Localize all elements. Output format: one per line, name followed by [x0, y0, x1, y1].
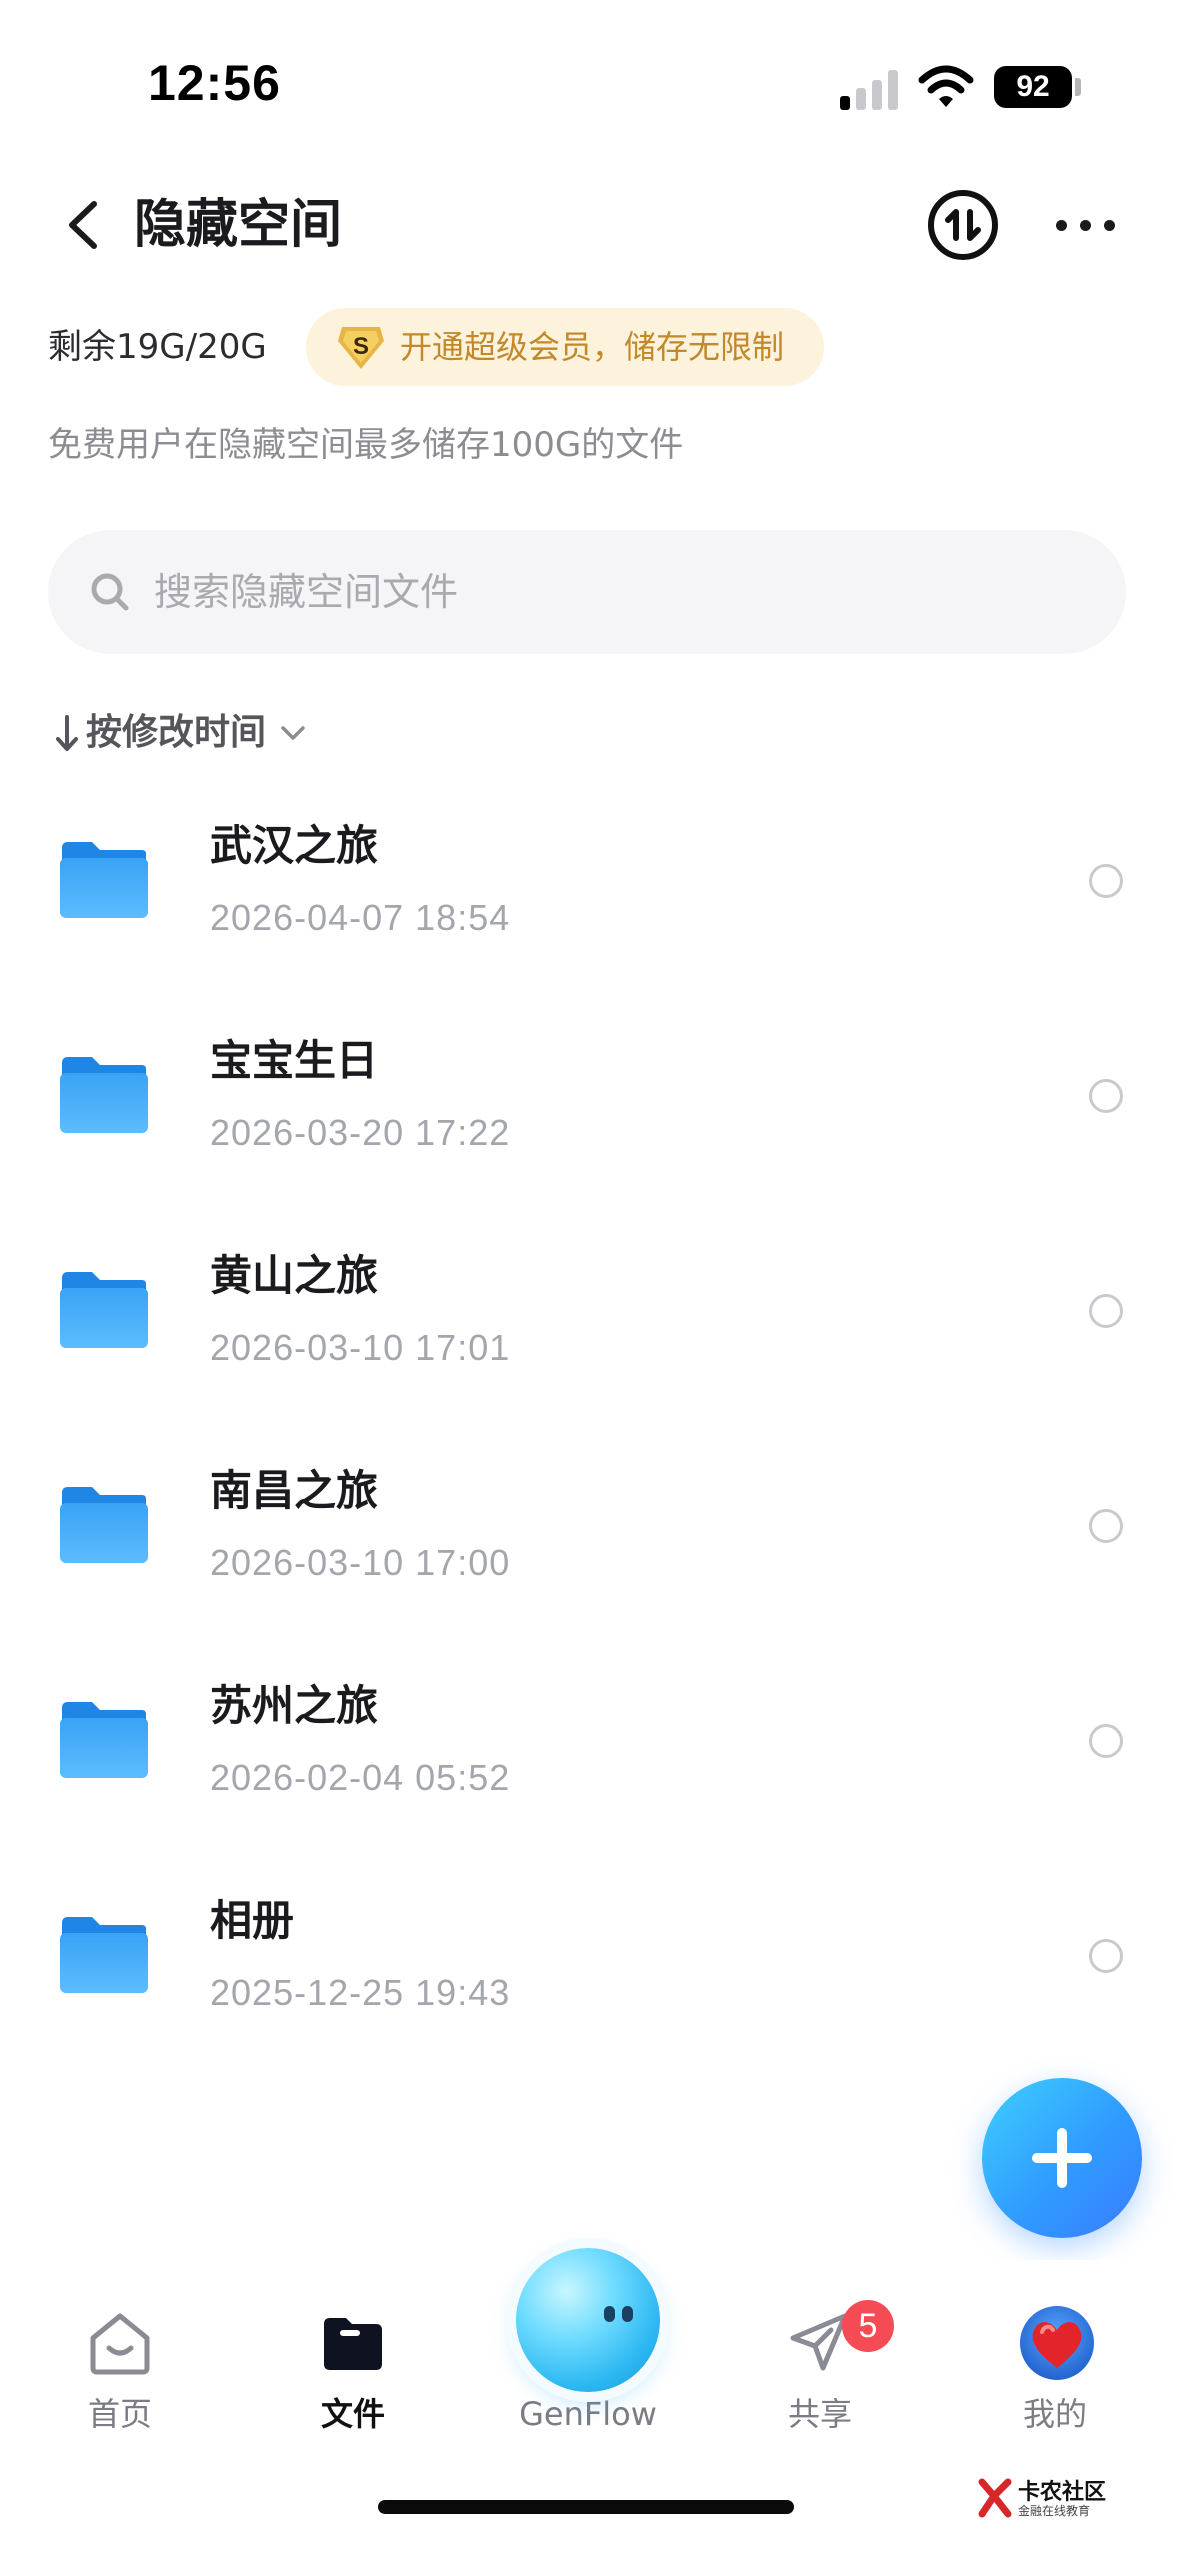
add-button[interactable] [982, 2078, 1142, 2238]
file-name: 黄山之旅 [210, 1251, 379, 1300]
folder-icon [60, 1917, 148, 1993]
file-name: 相册 [210, 1896, 295, 1945]
file-row[interactable]: 相册 2025-12-25 19:43 [0, 1865, 1179, 2080]
folder-icon [324, 2318, 382, 2370]
more-dot-icon [1104, 220, 1115, 231]
more-options-button[interactable] [1054, 190, 1118, 260]
select-checkbox[interactable] [1089, 1939, 1123, 1973]
more-dot-icon [1056, 220, 1067, 231]
search-input[interactable] [154, 560, 1054, 624]
file-name: 武汉之旅 [210, 821, 379, 870]
file-date: 2026-04-07 18:54 [210, 897, 511, 938]
tab-label: 我的 [1022, 2395, 1087, 2433]
vip-diamond-icon: S [338, 327, 384, 369]
chevron-down-icon [281, 726, 305, 740]
back-button[interactable] [58, 190, 108, 260]
file-row[interactable]: 武汉之旅 2026-04-07 18:54 [0, 790, 1179, 1005]
file-date: 2026-02-04 05:52 [210, 1757, 511, 1798]
folder-icon [60, 1487, 148, 1563]
file-row[interactable]: 宝宝生日 2026-03-20 17:22 [0, 1005, 1179, 1220]
select-checkbox[interactable] [1089, 1724, 1123, 1758]
file-date: 2026-03-10 17:00 [210, 1542, 511, 1583]
file-row[interactable]: 南昌之旅 2026-03-10 17:00 [0, 1435, 1179, 1650]
page-title: 隐藏空间 [134, 195, 343, 255]
tab-label: 文件 [320, 2395, 385, 2433]
genflow-orb-icon[interactable] [516, 2248, 660, 2392]
search-bar[interactable] [48, 530, 1126, 654]
status-bar: 12:56 92 [0, 0, 1179, 150]
home-icon [90, 2313, 150, 2375]
file-name: 宝宝生日 [210, 1036, 379, 1085]
orb-eye [622, 2306, 633, 2322]
orb-eye [604, 2306, 615, 2322]
sort-label: 按修改时间 [86, 712, 267, 753]
avatar[interactable] [1020, 2306, 1094, 2380]
tab-files[interactable]: 文件 [273, 2308, 433, 2468]
storage-remaining: 剩余19G/20G [48, 327, 267, 367]
home-indicator[interactable] [378, 2500, 794, 2514]
tab-home[interactable]: 首页 [40, 2308, 200, 2468]
transfer-icon [945, 209, 981, 241]
file-date: 2026-03-10 17:01 [210, 1327, 511, 1368]
folder-icon [60, 1272, 148, 1348]
battery-tip [1075, 78, 1081, 96]
watermark: 卡农社区 金融在线教育 [976, 2474, 1126, 2524]
battery-indicator: 92 [994, 66, 1072, 108]
folder-icon [60, 1057, 148, 1133]
file-name: 南昌之旅 [210, 1466, 379, 1515]
tab-label: 共享 [787, 2395, 852, 2433]
select-checkbox[interactable] [1089, 1509, 1123, 1543]
vip-promo-label: 开通超级会员，储存无限制 [400, 328, 785, 366]
select-checkbox[interactable] [1089, 864, 1123, 898]
select-checkbox[interactable] [1089, 1294, 1123, 1328]
sort-down-arrow-icon [56, 715, 78, 751]
file-date: 2026-03-20 17:22 [210, 1112, 511, 1153]
file-name: 苏州之旅 [210, 1681, 379, 1730]
transfer-button[interactable] [928, 190, 998, 260]
kanong-logo-icon [978, 2478, 1012, 2518]
heart-icon [1032, 2322, 1082, 2368]
folder-icon [60, 842, 148, 918]
watermark-subtitle: 金融在线教育 [1018, 2504, 1091, 2518]
vip-upgrade-button[interactable]: S 开通超级会员，储存无限制 [306, 308, 824, 386]
search-icon [91, 573, 129, 611]
status-time: 12:56 [148, 55, 281, 111]
svg-text:S: S [353, 333, 369, 360]
cellular-signal-icon [840, 70, 904, 110]
file-date: 2025-12-25 19:43 [210, 1972, 511, 2013]
storage-note: 免费用户在隐藏空间最多储存100G的文件 [48, 425, 684, 465]
file-row[interactable]: 苏州之旅 2026-02-04 05:52 [0, 1650, 1179, 1865]
select-checkbox[interactable] [1089, 1079, 1123, 1113]
file-row[interactable]: 黄山之旅 2026-03-10 17:01 [0, 1220, 1179, 1435]
plus-icon [1057, 2128, 1067, 2188]
wifi-icon [918, 65, 974, 107]
tab-label: 首页 [87, 2395, 152, 2433]
folder-icon [60, 1702, 148, 1778]
notification-badge: 5 [842, 2300, 894, 2352]
tab-label: GenFlow [519, 2395, 657, 2433]
sort-selector[interactable]: 按修改时间 [52, 706, 310, 760]
more-dot-icon [1080, 220, 1091, 231]
